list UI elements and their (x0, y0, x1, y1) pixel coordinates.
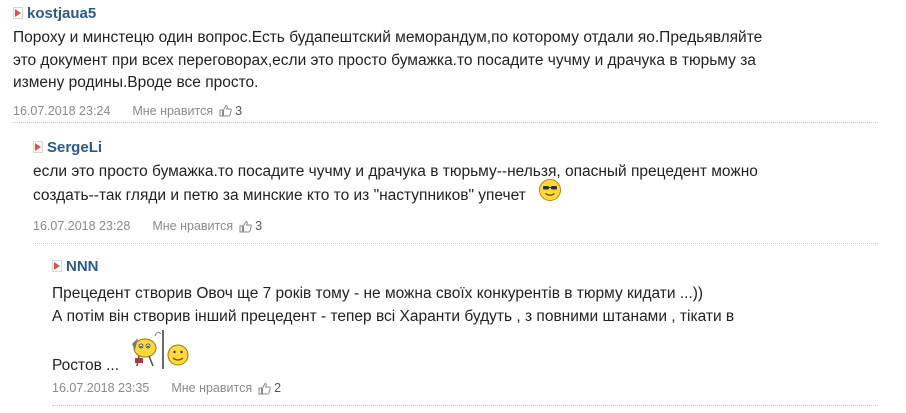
comment-line: измену родины.Вроде все просто. (13, 74, 259, 91)
comment: kostjaua5 Пороху и минстецю один вопрос.… (13, 3, 906, 120)
cool-smiley-icon (538, 178, 562, 210)
author-name[interactable]: NNN (66, 258, 99, 275)
comment-header: SergeLi (33, 137, 906, 157)
comment-header: NNN (52, 256, 906, 276)
comment: SergeLi (33, 137, 906, 157)
comment-line: Ростов ... (52, 357, 120, 374)
like-button[interactable]: Мне нравится (132, 104, 213, 118)
comment-meta: 16.07.2018 23:24 Мне нравится 3 (13, 102, 906, 120)
comment-line-row: Ростов ... (52, 328, 193, 377)
expand-arrow-icon[interactable] (52, 260, 62, 272)
comment-text: Прецедент створив Овоч ще 7 років тому -… (52, 283, 734, 328)
author-name[interactable]: SergeLi (47, 139, 102, 156)
like-button[interactable]: Мне нравится (171, 381, 252, 395)
expand-arrow-icon[interactable] (13, 7, 23, 19)
comment-date: 16.07.2018 23:28 (33, 219, 131, 233)
comment-date: 16.07.2018 23:35 (52, 381, 150, 395)
expand-arrow-icon[interactable] (33, 141, 43, 153)
comment-line: создать--так гляди и петю за минские кто… (33, 187, 526, 204)
comment-meta: 16.07.2018 23:35 Мне нравится 2 (52, 379, 281, 397)
comment-text: Пороху и минстецю один вопрос.Есть будап… (13, 27, 906, 95)
like-button[interactable]: Мне нравится (152, 219, 233, 233)
author-name[interactable]: kostjaua5 (27, 5, 96, 22)
comment-date: 16.07.2018 23:24 (13, 103, 111, 118)
divider (13, 122, 878, 123)
like-count: 3 (235, 103, 243, 118)
thumbs-up-icon[interactable] (239, 220, 252, 233)
divider (33, 243, 878, 244)
comment-line: если это просто бумажка.то посадите чучм… (33, 163, 758, 180)
like-count: 2 (274, 381, 282, 395)
comment-line-row: создать--так гляди и петю за минские кто… (33, 178, 758, 210)
comment: NNN (52, 256, 906, 276)
comment-line: А потім він створив інший прецедент - те… (52, 307, 735, 325)
like-count: 3 (255, 219, 263, 233)
run-away-smiley-icon (129, 328, 193, 375)
comment-header: kostjaua5 (13, 3, 906, 23)
comment-line: это документ при всех переговорах,если э… (13, 51, 756, 69)
comment-text: если это просто бумажка.то посадите чучм… (33, 161, 758, 209)
thumbs-up-icon[interactable] (258, 382, 271, 395)
comment-meta: 16.07.2018 23:28 Мне нравится 3 (33, 217, 262, 235)
comment-line: Пороху и минстецю один вопрос.Есть будап… (13, 29, 763, 46)
comment-line: Прецедент створив Овоч ще 7 років тому -… (52, 285, 704, 302)
divider (52, 405, 878, 406)
thumbs-up-icon[interactable] (219, 104, 232, 117)
